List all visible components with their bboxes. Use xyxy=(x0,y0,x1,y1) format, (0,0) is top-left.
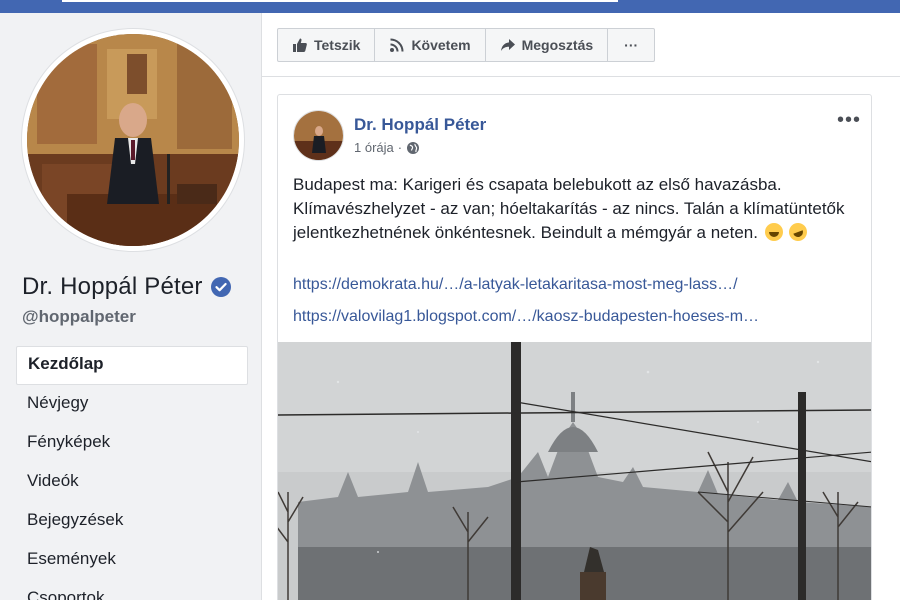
nav-item-about[interactable]: Névjegy xyxy=(16,385,248,424)
like-button[interactable]: Tetszik xyxy=(278,29,376,61)
page-name[interactable]: Dr. Hoppál Péter xyxy=(22,273,203,301)
more-actions-button[interactable]: ··· xyxy=(608,29,654,61)
follow-button[interactable]: Követem xyxy=(375,29,486,61)
laughing-emoji-icon xyxy=(764,223,783,241)
search-input[interactable] xyxy=(62,0,618,2)
nav-item-home[interactable]: Kezdőlap xyxy=(16,346,248,385)
post-author-avatar[interactable] xyxy=(293,110,344,161)
like-button-label: Tetszik xyxy=(314,37,361,53)
post-author-name[interactable]: Dr. Hoppál Péter xyxy=(354,115,486,135)
meta-separator: · xyxy=(397,140,403,155)
post-options-button[interactable]: ••• xyxy=(837,109,861,132)
post-body: Budapest ma: Karigeri és csapata belebuk… xyxy=(293,175,845,242)
nav-item-photos[interactable]: Fényképek xyxy=(16,424,248,463)
post-link-demokrata[interactable]: https://demokrata.hu/…/a-latyak-letakari… xyxy=(293,276,738,294)
page-actions: Tetszik Követem Megosztás ··· xyxy=(277,28,656,62)
rofl-emoji-icon xyxy=(786,220,810,244)
nav-item-videos[interactable]: Videók xyxy=(16,463,248,502)
top-navigation-bar xyxy=(0,0,900,13)
nav-item-events[interactable]: Események xyxy=(16,541,248,580)
globe-icon[interactable] xyxy=(406,141,420,155)
thumbs-up-icon xyxy=(293,38,307,52)
nav-item-posts[interactable]: Bejegyzések xyxy=(16,502,248,541)
page-action-bar: Tetszik Követem Megosztás ··· xyxy=(262,13,900,77)
follow-button-label: Követem xyxy=(411,37,471,53)
post-timestamp[interactable]: 1 órája xyxy=(354,140,394,155)
rss-icon xyxy=(390,38,404,52)
profile-picture[interactable] xyxy=(27,34,239,246)
profile-picture-frame[interactable] xyxy=(22,29,244,251)
post-link-valovilag[interactable]: https://valovilag1.blogspot.com/…/kaosz-… xyxy=(293,308,759,326)
verified-badge-icon xyxy=(210,277,231,297)
post-feed: Dr. Hoppál Péter 1 órája · ••• Budapest … xyxy=(262,77,900,600)
nav-item-groups[interactable]: Csoportok xyxy=(16,580,248,600)
post-metadata: 1 órája · xyxy=(354,140,420,155)
share-button-label: Megosztás xyxy=(521,37,594,53)
more-icon: ··· xyxy=(624,37,639,53)
page-navigation: Kezdőlap Névjegy Fényképek Videók Bejegy… xyxy=(16,346,248,600)
page-name-row: Dr. Hoppál Péter xyxy=(22,273,231,301)
left-sidebar: Dr. Hoppál Péter @hoppalpeter Kezdőlap N… xyxy=(0,13,262,600)
post-photo[interactable] xyxy=(278,342,871,600)
main-column: Tetszik Követem Megosztás ··· Dr. Hoppál… xyxy=(262,13,900,600)
share-button[interactable]: Megosztás xyxy=(486,29,609,61)
post-card: Dr. Hoppál Péter 1 órája · ••• Budapest … xyxy=(277,94,872,600)
post-text: Budapest ma: Karigeri és csapata belebuk… xyxy=(293,173,853,245)
share-arrow-icon xyxy=(500,39,515,51)
page-handle[interactable]: @hoppalpeter xyxy=(22,307,136,327)
